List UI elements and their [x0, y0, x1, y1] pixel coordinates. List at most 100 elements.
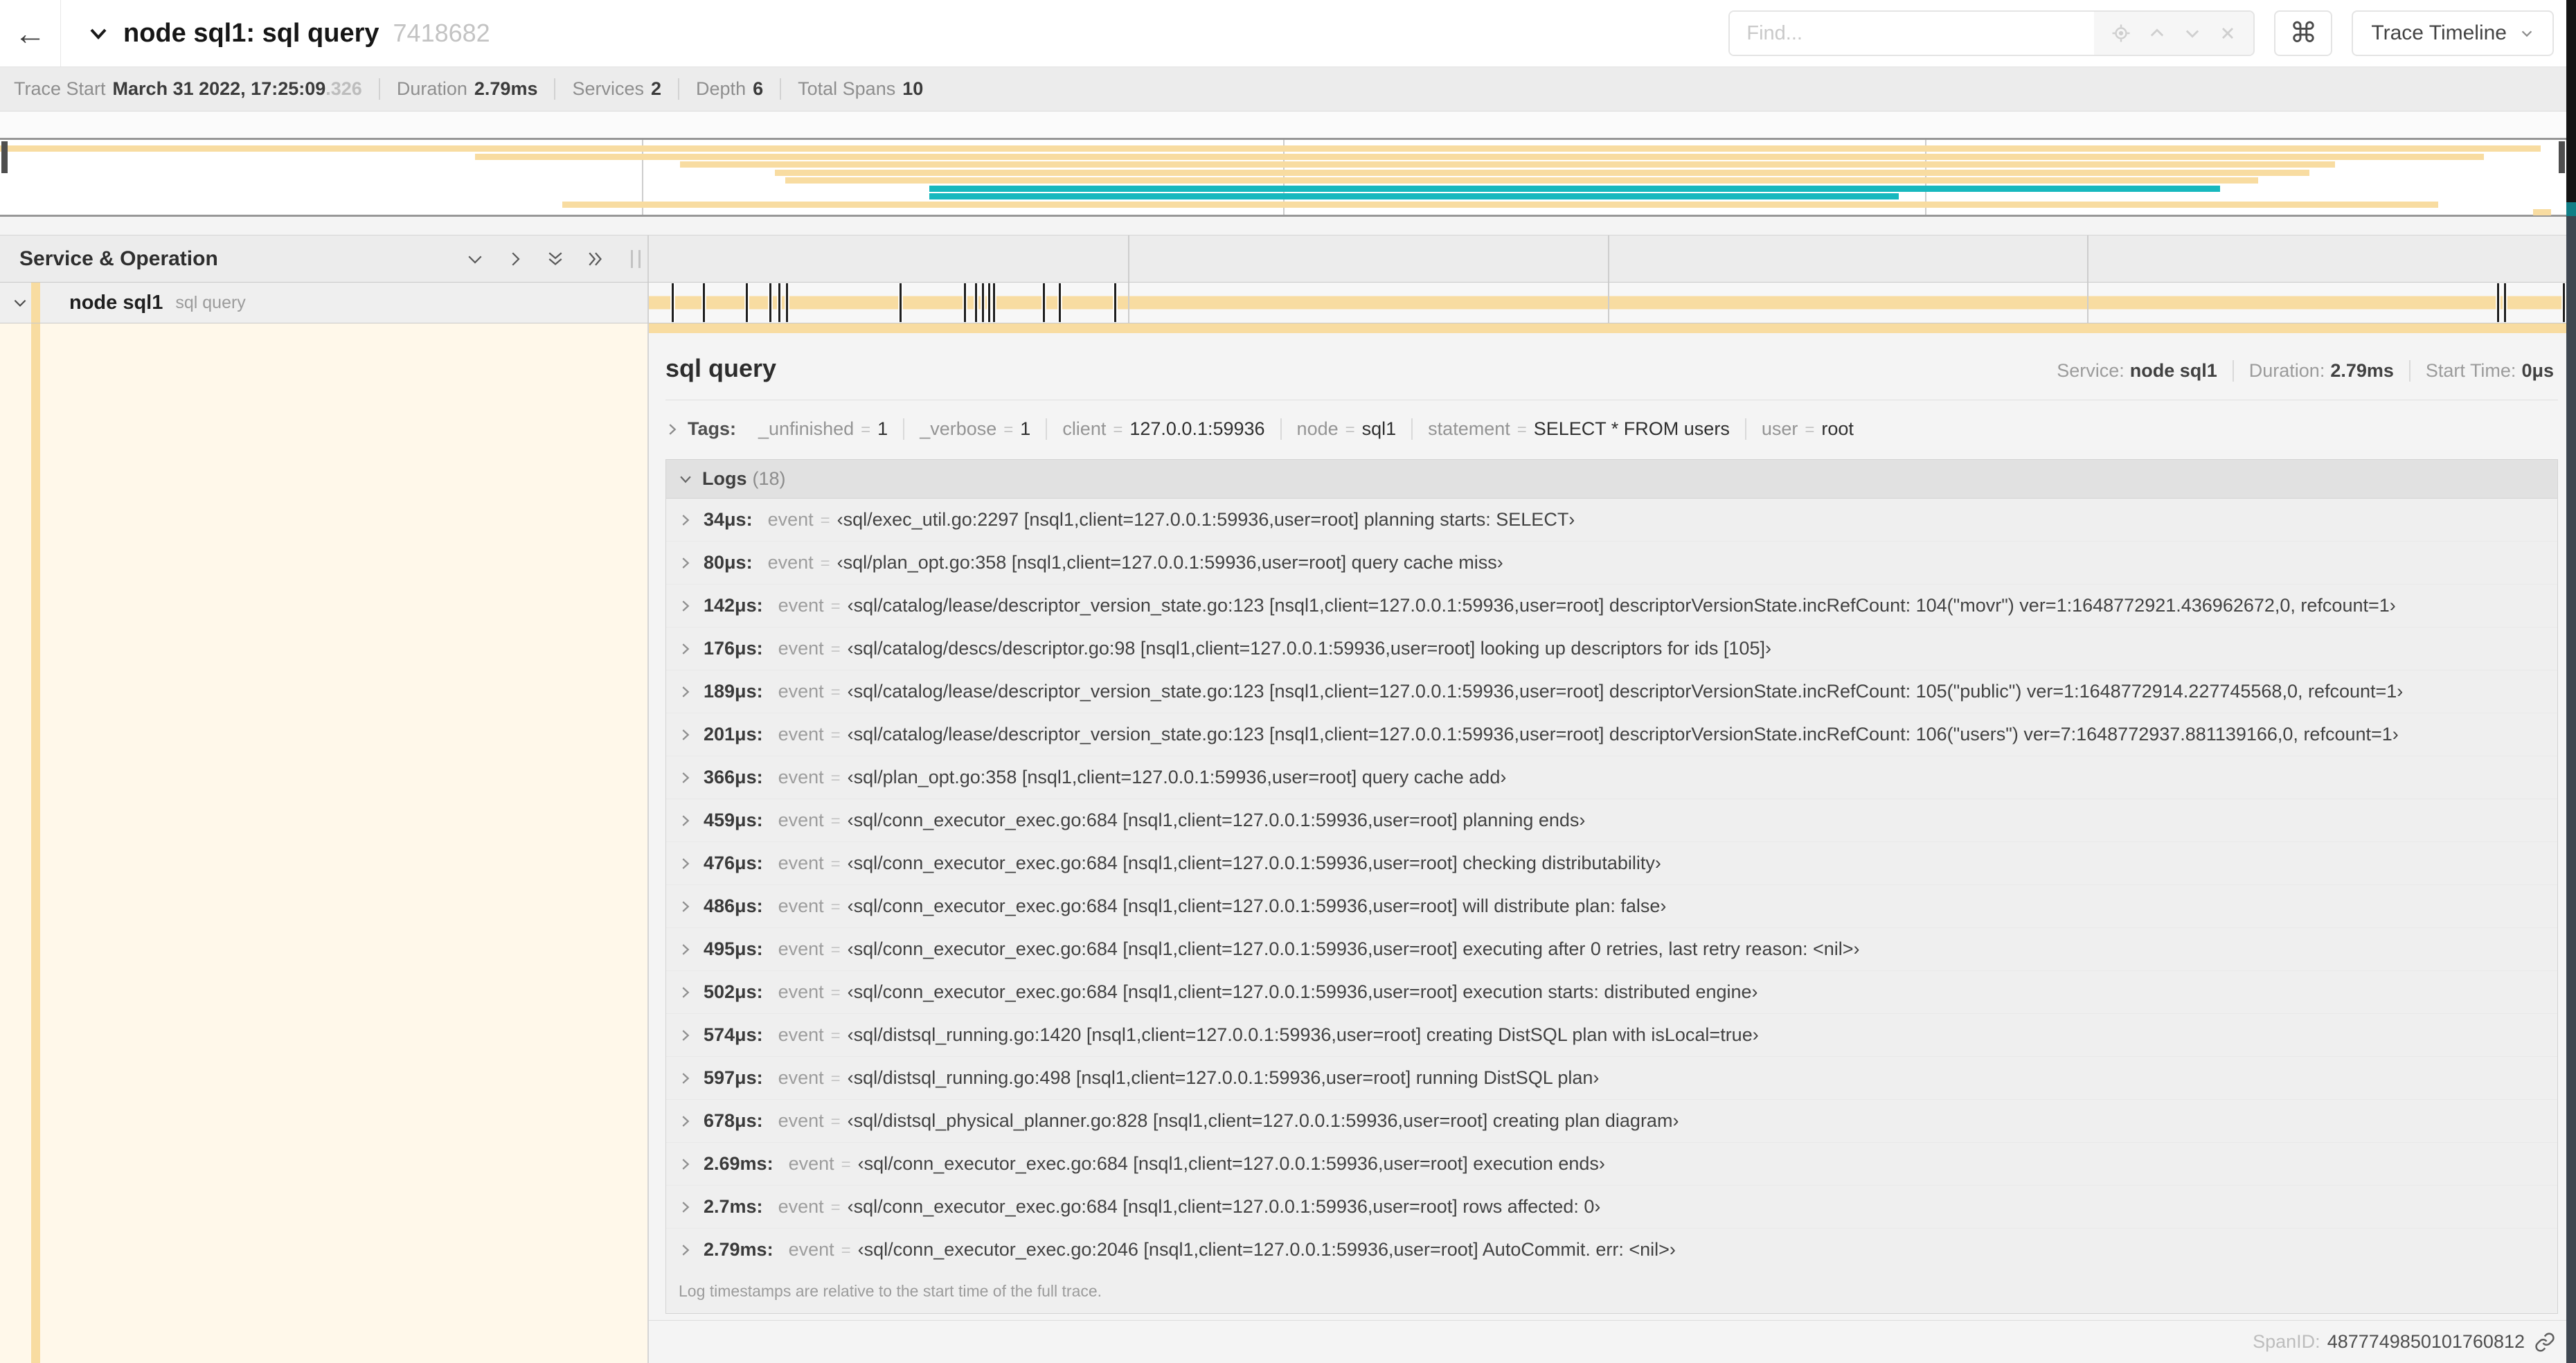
log-row[interactable]: 189μs: event = ‹sql/catalog/lease/descri…	[666, 670, 2557, 713]
log-marker[interactable]	[745, 283, 748, 322]
log-marker[interactable]	[1113, 283, 1116, 322]
collapse-one-chevron-down-icon[interactable]	[465, 249, 485, 269]
collapse-all-double-chevron-down-icon[interactable]	[545, 249, 566, 269]
log-row[interactable]: 678μs: event = ‹sql/distsql_physical_pla…	[666, 1099, 2557, 1142]
log-marker[interactable]	[2562, 283, 2565, 322]
log-marker[interactable]	[982, 283, 985, 322]
chevron-right-icon[interactable]	[679, 1071, 692, 1085]
span-row[interactable]: node sql1 sql query	[0, 283, 2566, 323]
expand-one-chevron-right-icon[interactable]	[505, 249, 526, 269]
log-row[interactable]: 176μs: event = ‹sql/catalog/descs/descri…	[666, 627, 2557, 670]
chevron-right-icon[interactable]	[679, 728, 692, 742]
log-marker[interactable]	[975, 283, 978, 322]
column-resizer-grip[interactable]	[631, 249, 641, 268]
span-color-accent	[31, 323, 40, 1363]
span-detail-bar	[649, 323, 2566, 333]
log-row[interactable]: 2.79ms: event = ‹sql/conn_executor_exec.…	[666, 1228, 2557, 1271]
chevron-right-icon[interactable]	[679, 814, 692, 828]
minimap-span-bar	[2532, 209, 2551, 215]
log-row[interactable]: 597μs: event = ‹sql/distsql_running.go:4…	[666, 1056, 2557, 1099]
minimap-scrubber-left[interactable]	[1, 141, 8, 173]
log-marker[interactable]	[900, 283, 902, 322]
chevron-right-icon[interactable]	[679, 857, 692, 871]
log-field-key: event	[778, 595, 824, 616]
log-row[interactable]: 2.7ms: event = ‹sql/conn_executor_exec.g…	[666, 1185, 2557, 1228]
chevron-right-icon[interactable]	[679, 1114, 692, 1128]
log-marker[interactable]	[778, 283, 780, 322]
log-marker[interactable]	[786, 283, 789, 322]
link-icon[interactable]	[2534, 1332, 2555, 1353]
span-detail-panel: sql query Service: node sql1 Duration: 2.79…	[649, 323, 2566, 1363]
chevron-right-icon[interactable]	[679, 599, 692, 613]
log-marker[interactable]	[769, 283, 771, 322]
log-row[interactable]: 459μs: event = ‹sql/conn_executor_exec.g…	[666, 799, 2557, 841]
log-message: ‹sql/catalog/descs/descriptor.go:98 [nsq…	[847, 638, 1771, 659]
minimap-span-bar	[474, 153, 2485, 160]
equals-sign: =	[830, 1112, 841, 1131]
expand-all-double-chevron-right-icon[interactable]	[585, 249, 606, 269]
log-marker[interactable]	[1058, 283, 1061, 322]
log-field-key: event	[778, 724, 824, 745]
log-row[interactable]: 502μs: event = ‹sql/conn_executor_exec.g…	[666, 970, 2557, 1013]
prev-result-chevron-up-icon[interactable]	[2147, 24, 2167, 43]
chevron-right-icon[interactable]	[665, 422, 679, 436]
chevron-right-icon[interactable]	[679, 900, 692, 914]
chevron-right-icon[interactable]	[679, 1200, 692, 1214]
log-row[interactable]: 2.69ms: event = ‹sql/conn_executor_exec.…	[666, 1142, 2557, 1185]
chevron-down-icon[interactable]	[679, 472, 692, 486]
log-message: ‹sql/plan_opt.go:358 [nsql1,client=127.0…	[847, 767, 1507, 787]
tags-row[interactable]: Tags: _unfinished = 1 _verbose = 1 client = 127.…	[665, 418, 2558, 440]
log-marker[interactable]	[1042, 283, 1045, 322]
log-row[interactable]: 495μs: event = ‹sql/conn_executor_exec.g…	[666, 927, 2557, 970]
chevron-right-icon[interactable]	[679, 513, 692, 527]
log-row[interactable]: 34μs: event = ‹sql/exec_util.go:2297 [ns…	[666, 499, 2557, 541]
chevron-right-icon[interactable]	[679, 556, 692, 570]
log-row[interactable]: 201μs: event = ‹sql/catalog/lease/descri…	[666, 713, 2557, 756]
chevron-right-icon[interactable]	[679, 1157, 692, 1171]
log-marker[interactable]	[988, 283, 991, 322]
span-name-cell[interactable]: node sql1 sql query	[0, 283, 649, 323]
span-bar-cell[interactable]	[649, 283, 2566, 323]
equals-sign: =	[841, 1155, 851, 1174]
log-marker[interactable]	[963, 283, 966, 322]
log-row[interactable]: 486μs: event = ‹sql/conn_executor_exec.g…	[666, 884, 2557, 927]
chevron-right-icon[interactable]	[679, 642, 692, 656]
keyboard-shortcuts-button[interactable]: ⌘	[2274, 10, 2333, 56]
chevron-right-icon[interactable]	[679, 943, 692, 956]
log-marker[interactable]	[703, 283, 706, 322]
chevron-right-icon[interactable]	[679, 986, 692, 999]
log-row[interactable]: 476μs: event = ‹sql/conn_executor_exec.g…	[666, 841, 2557, 884]
log-field-key: event	[778, 767, 824, 787]
minimap-scrubber-right[interactable]	[2559, 141, 2565, 173]
log-row[interactable]: 574μs: event = ‹sql/distsql_running.go:1…	[666, 1013, 2557, 1056]
collapse-children-chevron-down-icon[interactable]	[11, 294, 29, 312]
log-row[interactable]: 366μs: event = ‹sql/plan_opt.go:358 [nsq…	[666, 756, 2557, 799]
search-input[interactable]	[1730, 12, 2095, 55]
log-timestamp: 574μs:	[704, 1024, 763, 1045]
minimap-canvas[interactable]	[0, 138, 2566, 217]
chevron-right-icon[interactable]	[679, 1028, 692, 1042]
logs-header[interactable]: Logs (18)	[666, 460, 2557, 499]
log-marker[interactable]	[2503, 283, 2506, 322]
clear-search-icon[interactable]	[2218, 24, 2237, 43]
chevron-right-icon[interactable]	[679, 685, 692, 699]
grid-line	[1128, 283, 1130, 323]
log-field-key: event	[778, 853, 824, 873]
log-marker[interactable]	[993, 283, 996, 322]
chevron-right-icon[interactable]	[679, 1243, 692, 1257]
log-row[interactable]: 80μs: event = ‹sql/plan_opt.go:358 [nsql…	[666, 541, 2557, 584]
log-marker[interactable]	[2496, 283, 2499, 322]
next-result-chevron-down-icon[interactable]	[2183, 24, 2202, 43]
back-button[interactable]: ←	[0, 0, 61, 66]
collapse-trace-chevron-icon[interactable]	[87, 22, 109, 44]
chevron-right-icon[interactable]	[679, 771, 692, 785]
log-field-key: event	[778, 1110, 824, 1131]
minimap-span-bar	[680, 161, 2336, 168]
log-row[interactable]: 142μs: event = ‹sql/catalog/lease/descri…	[666, 584, 2557, 627]
trace-view-select[interactable]: Trace Timeline	[2352, 10, 2554, 56]
locate-icon[interactable]	[2111, 23, 2131, 44]
header-controls: ⌘ Trace Timeline	[1728, 10, 2566, 56]
log-timestamp: 2.69ms:	[704, 1153, 773, 1174]
log-field-key: event	[778, 681, 824, 702]
log-marker[interactable]	[671, 283, 674, 322]
